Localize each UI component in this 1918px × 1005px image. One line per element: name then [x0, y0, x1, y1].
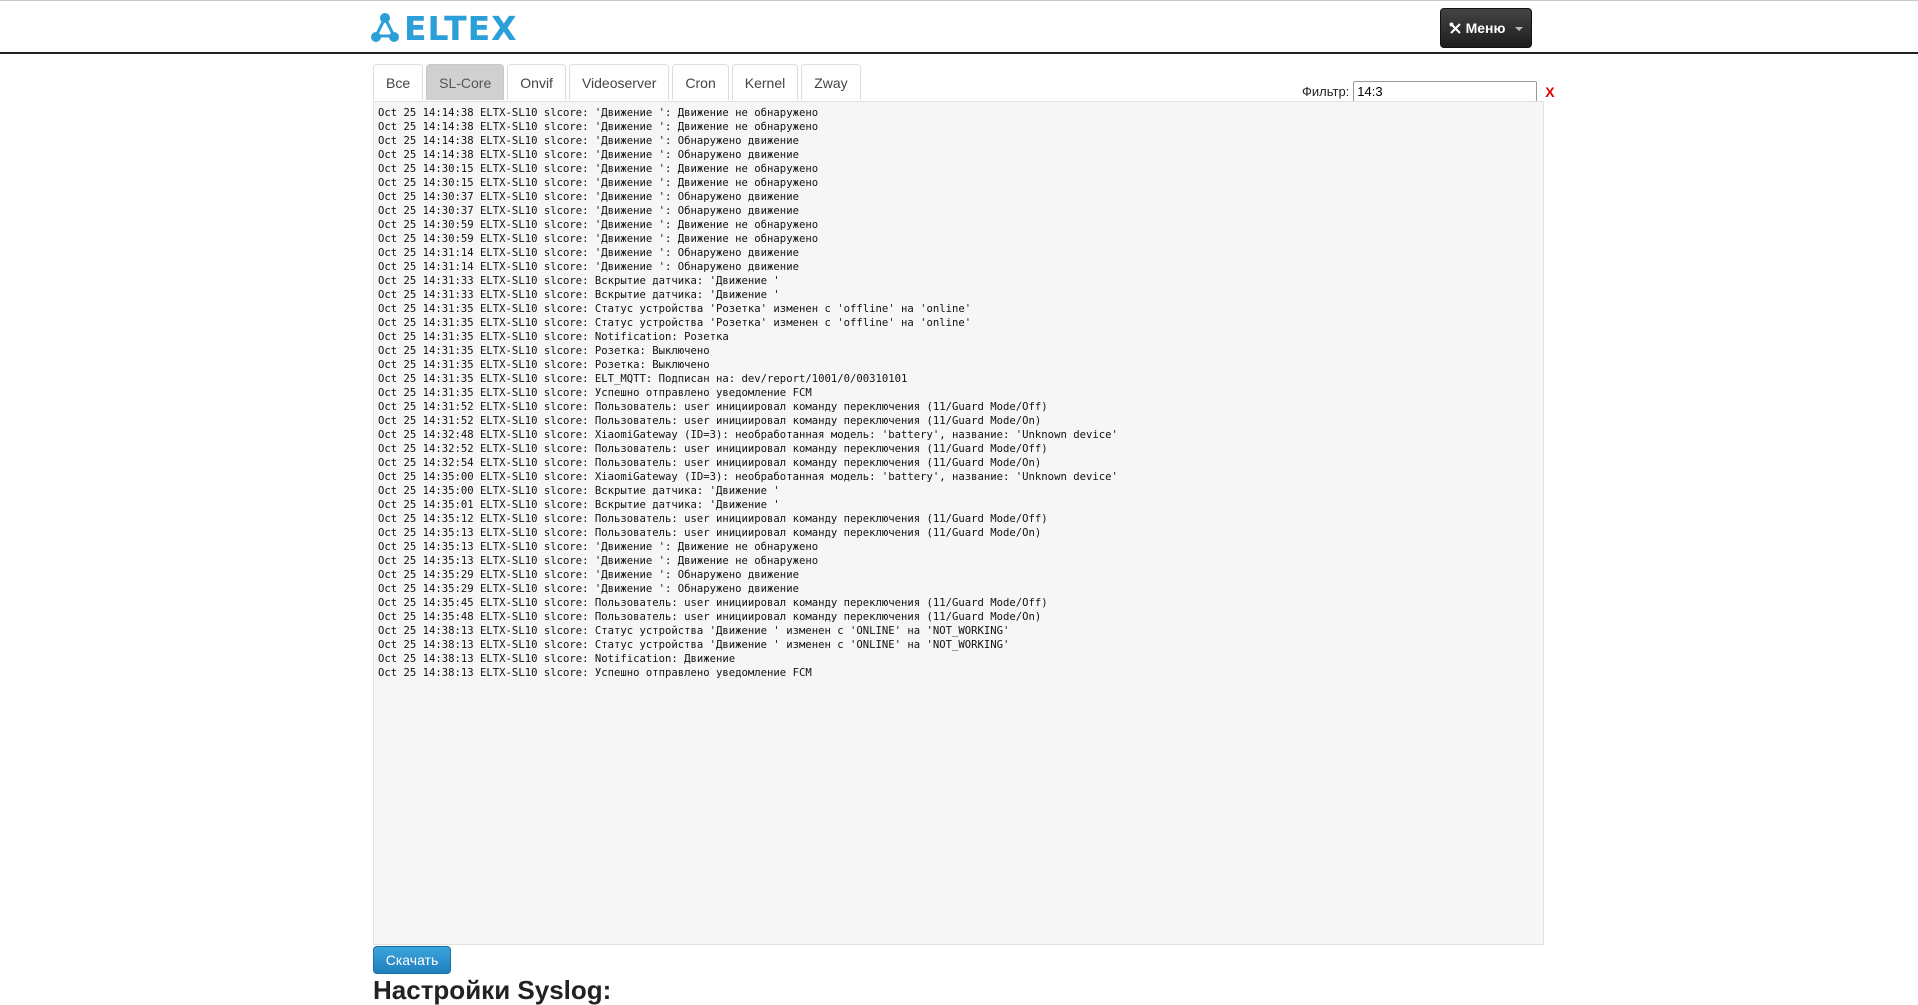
log-line: Oct 25 14:35:45 ELTX-SL10 slcore: Пользо…: [378, 597, 1048, 609]
log-line: Oct 25 14:35:01 ELTX-SL10 slcore: Вскрыт…: [378, 499, 780, 511]
log-line: Oct 25 14:14:38 ELTX-SL10 slcore: 'Движе…: [378, 135, 799, 147]
log-tabs: Все SL-Core Onvif Videoserver Cron Kerne…: [373, 64, 864, 101]
tab-onvif[interactable]: Onvif: [507, 64, 566, 100]
eltex-logo[interactable]: ELTEX: [370, 8, 518, 48]
chevron-down-icon: [1515, 27, 1524, 31]
log-line: Oct 25 14:35:13 ELTX-SL10 slcore: 'Движе…: [378, 555, 819, 567]
log-line: Oct 25 14:30:37 ELTX-SL10 slcore: 'Движе…: [378, 205, 799, 217]
tab-videoserver[interactable]: Videoserver: [568, 64, 670, 100]
tools-icon: [1449, 22, 1461, 34]
log-line: Oct 25 14:32:54 ELTX-SL10 slcore: Пользо…: [378, 457, 1042, 469]
tab-kernel[interactable]: Kernel: [731, 64, 799, 100]
log-line: Oct 25 14:35:29 ELTX-SL10 slcore: 'Движе…: [378, 583, 799, 595]
log-line: Oct 25 14:14:38 ELTX-SL10 slcore: 'Движе…: [378, 149, 799, 161]
log-line: Oct 25 14:30:15 ELTX-SL10 slcore: 'Движе…: [378, 163, 819, 175]
log-line: Oct 25 14:38:13 ELTX-SL10 slcore: Статус…: [378, 639, 1010, 651]
tab-all[interactable]: Все: [373, 64, 424, 100]
menu-label: Меню: [1465, 20, 1506, 36]
logo-molecule-icon: [371, 13, 399, 42]
log-line: Oct 25 14:38:13 ELTX-SL10 slcore: Статус…: [378, 625, 1010, 637]
log-line: Oct 25 14:32:52 ELTX-SL10 slcore: Пользо…: [378, 443, 1048, 455]
menu-button[interactable]: Меню: [1440, 8, 1532, 48]
log-line: Oct 25 14:35:13 ELTX-SL10 slcore: 'Движе…: [378, 541, 819, 553]
log-line: Oct 25 14:35:48 ELTX-SL10 slcore: Пользо…: [378, 611, 1042, 623]
log-line: Oct 25 14:31:35 ELTX-SL10 slcore: ELT_MQ…: [378, 373, 908, 385]
log-line: Oct 25 14:38:13 ELTX-SL10 slcore: Notifi…: [378, 653, 736, 665]
log-line: Oct 25 14:31:35 ELTX-SL10 slcore: Notifi…: [378, 331, 729, 343]
log-line: Oct 25 14:31:35 ELTX-SL10 slcore: Розетк…: [378, 345, 710, 357]
log-line: Oct 25 14:31:33 ELTX-SL10 slcore: Вскрыт…: [378, 275, 780, 287]
log-line: Oct 25 14:30:37 ELTX-SL10 slcore: 'Движе…: [378, 191, 799, 203]
log-line: Oct 25 14:30:59 ELTX-SL10 slcore: 'Движе…: [378, 219, 819, 231]
log-line: Oct 25 14:14:38 ELTX-SL10 slcore: 'Движе…: [378, 107, 819, 119]
log-line: Oct 25 14:31:33 ELTX-SL10 slcore: Вскрыт…: [378, 289, 780, 301]
log-line: Oct 25 14:31:14 ELTX-SL10 slcore: 'Движе…: [378, 247, 799, 259]
log-line: Oct 25 14:35:29 ELTX-SL10 slcore: 'Движе…: [378, 569, 799, 581]
log-line: Oct 25 14:35:13 ELTX-SL10 slcore: Пользо…: [378, 527, 1042, 539]
syslog-settings-title: Настройки Syslog:: [373, 975, 612, 1005]
filter-bar: Фильтр: X: [1302, 81, 1555, 102]
log-line: Oct 25 14:31:35 ELTX-SL10 slcore: Розетк…: [378, 359, 710, 371]
filter-input[interactable]: [1353, 81, 1538, 102]
filter-clear-button[interactable]: X: [1545, 84, 1554, 100]
log-line: Oct 25 14:31:35 ELTX-SL10 slcore: Статус…: [378, 303, 972, 315]
logo-text: ELTEX: [404, 8, 518, 48]
log-line: Oct 25 14:31:14 ELTX-SL10 slcore: 'Движе…: [378, 261, 799, 273]
log-line: Oct 25 14:35:00 ELTX-SL10 slcore: Вскрыт…: [378, 485, 780, 497]
filter-label: Фильтр:: [1302, 84, 1350, 99]
tab-cron[interactable]: Cron: [672, 64, 729, 100]
log-line: Oct 25 14:35:12 ELTX-SL10 slcore: Пользо…: [378, 513, 1048, 525]
log-line: Oct 25 14:31:35 ELTX-SL10 slcore: Статус…: [378, 317, 972, 329]
log-line: Oct 25 14:38:13 ELTX-SL10 slcore: Успешн…: [378, 667, 812, 679]
log-line: Oct 25 14:35:00 ELTX-SL10 slcore: Xiaomi…: [378, 471, 1118, 483]
log-line: Oct 25 14:30:15 ELTX-SL10 slcore: 'Движе…: [378, 177, 819, 189]
log-line: Oct 25 14:31:52 ELTX-SL10 slcore: Пользо…: [378, 415, 1042, 427]
tab-sl-core[interactable]: SL-Core: [426, 64, 505, 100]
tab-zway[interactable]: Zway: [801, 64, 861, 100]
log-line: Oct 25 14:32:48 ELTX-SL10 slcore: Xiaomi…: [378, 429, 1118, 441]
log-line: Oct 25 14:31:52 ELTX-SL10 slcore: Пользо…: [378, 401, 1048, 413]
log-line: Oct 25 14:30:59 ELTX-SL10 slcore: 'Движе…: [378, 233, 819, 245]
log-line: Oct 25 14:14:38 ELTX-SL10 slcore: 'Движе…: [378, 121, 819, 133]
log-line: Oct 25 14:31:35 ELTX-SL10 slcore: Успешн…: [378, 387, 812, 399]
download-button[interactable]: Скачать: [373, 946, 451, 974]
navbar: ELTEX Меню: [0, 1, 1918, 54]
log-output[interactable]: Oct 25 14:14:38 ELTX-SL10 slcore: 'Движе…: [373, 101, 1544, 945]
